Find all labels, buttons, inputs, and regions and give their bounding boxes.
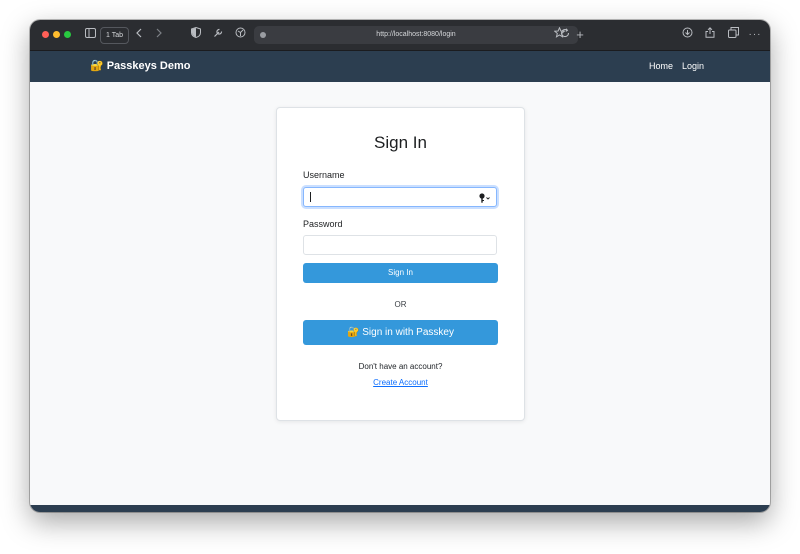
password-label: Password bbox=[303, 219, 343, 229]
minimize-window-button[interactable] bbox=[53, 31, 60, 38]
tabs-icon[interactable] bbox=[726, 27, 740, 43]
password-input[interactable] bbox=[303, 235, 497, 255]
nav-link-home[interactable]: Home bbox=[649, 51, 673, 82]
no-account-text: Don't have an account? bbox=[358, 362, 443, 371]
share-icon[interactable] bbox=[703, 27, 717, 43]
star-icon[interactable] bbox=[552, 26, 566, 43]
brand-link[interactable]: 🔐 Passkeys Demo bbox=[90, 51, 190, 82]
username-input[interactable] bbox=[303, 187, 497, 207]
page-title: Sign In bbox=[374, 133, 427, 152]
passkey-sign-in-button[interactable]: 🔐 Sign in with Passkey bbox=[303, 320, 498, 345]
lock-key-icon: 🔐 bbox=[90, 60, 104, 72]
username-label: Username bbox=[303, 170, 345, 180]
browser-toolbar: 1 Tab http://localhost:8080/login + ··· bbox=[30, 20, 770, 51]
create-account-link[interactable]: Create Account bbox=[277, 378, 524, 387]
app-navbar: 🔐 Passkeys Demo Home Login bbox=[30, 51, 770, 82]
or-divider: OR bbox=[394, 300, 407, 309]
zoom-window-button[interactable] bbox=[64, 31, 71, 38]
download-icon[interactable] bbox=[680, 27, 694, 43]
url-text: http://localhost:8080/login bbox=[376, 31, 456, 38]
sidebar-icon[interactable] bbox=[84, 27, 96, 43]
brand-label: Passkeys Demo bbox=[106, 60, 191, 72]
new-tab-icon[interactable]: + bbox=[573, 27, 587, 43]
sign-in-button[interactable]: Sign In bbox=[303, 263, 498, 283]
more-icon[interactable]: ··· bbox=[748, 27, 762, 43]
forward-icon[interactable] bbox=[154, 27, 164, 43]
shield-icon[interactable] bbox=[190, 26, 202, 43]
back-icon[interactable] bbox=[134, 27, 144, 43]
extensions-icon[interactable] bbox=[234, 27, 246, 43]
address-bar[interactable]: http://localhost:8080/login bbox=[254, 26, 578, 44]
close-window-button[interactable] bbox=[42, 31, 49, 38]
login-card: Sign In Username Password Sign In OR 🔐 S… bbox=[276, 107, 525, 421]
nav-link-login[interactable]: Login bbox=[682, 51, 704, 82]
browser-window: 1 Tab http://localhost:8080/login + ··· … bbox=[30, 20, 770, 512]
password-key-icon[interactable] bbox=[478, 191, 492, 203]
text-caret bbox=[310, 192, 311, 202]
wrench-icon[interactable] bbox=[212, 27, 224, 43]
page-footer bbox=[30, 505, 770, 512]
tab-overview-button[interactable]: 1 Tab bbox=[100, 27, 129, 44]
